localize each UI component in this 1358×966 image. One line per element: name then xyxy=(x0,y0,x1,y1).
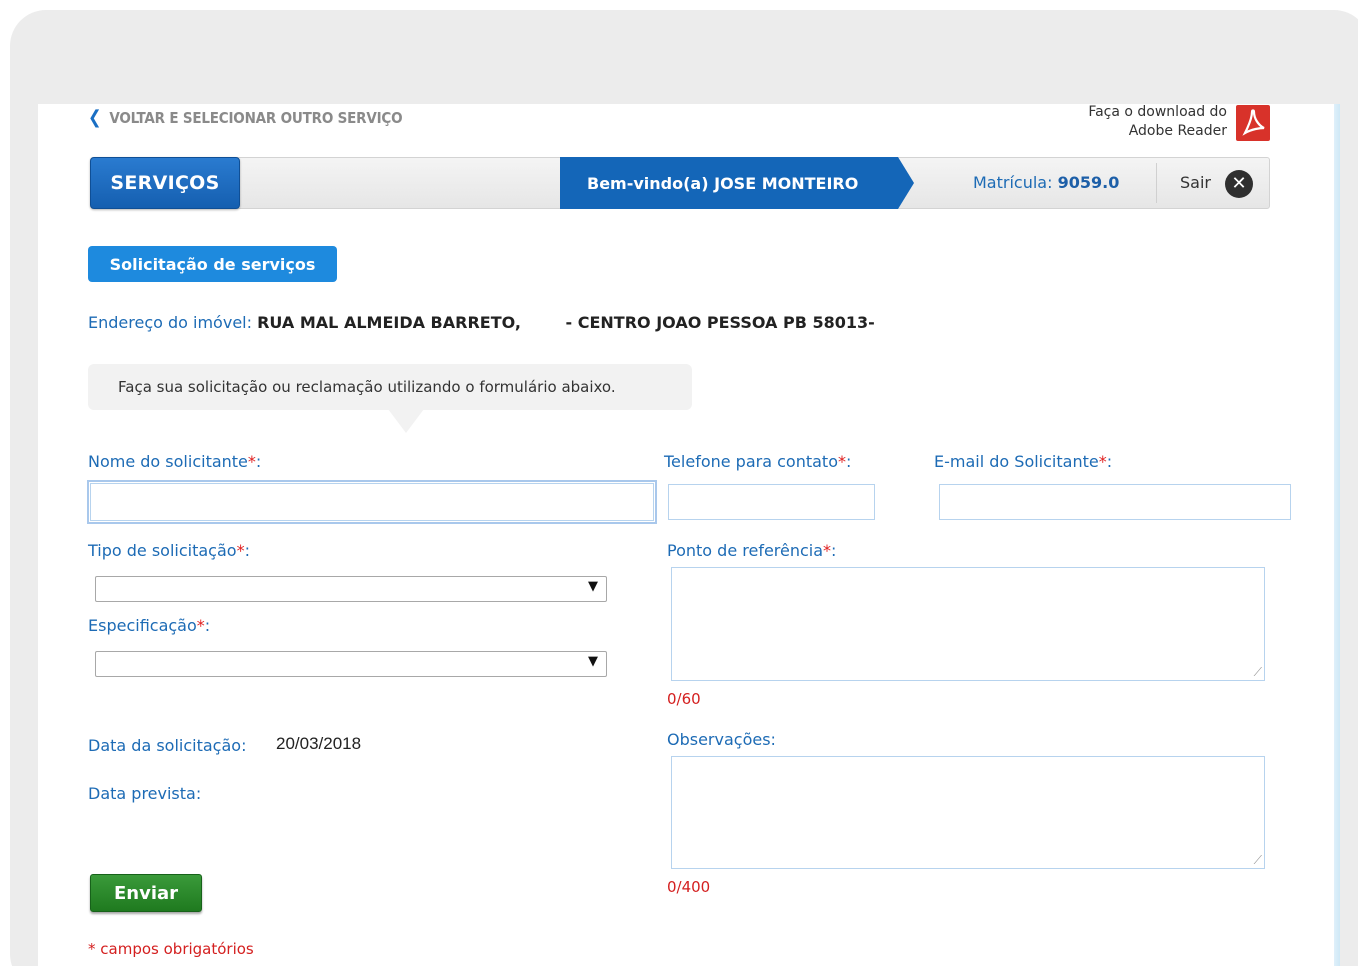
observacoes-counter: 0/400 xyxy=(667,878,711,896)
ponto-label: Ponto de referência*: xyxy=(667,541,836,560)
matricula-value: 9059.0 xyxy=(1057,173,1120,192)
endereco-value: RUA MAL ALMEIDA BARRETO, - CENTRO JOAO P… xyxy=(257,313,875,332)
ponto-textarea[interactable]: ⟋ xyxy=(671,567,1265,681)
label-colon: : xyxy=(845,452,852,471)
adobe-line2: Adobe Reader xyxy=(1128,123,1227,139)
sair-link[interactable]: Sair xyxy=(1180,173,1211,192)
pdf-icon[interactable] xyxy=(1236,105,1270,141)
back-link-label: VOLTAR E SELECIONAR OUTRO SERVIÇO xyxy=(109,108,403,127)
nav-divider xyxy=(1156,163,1157,203)
instruction-text: Faça sua solicitação ou reclamação utili… xyxy=(118,378,616,396)
label-colon: : xyxy=(244,541,250,560)
servicos-button[interactable]: SERVIÇOS xyxy=(90,157,240,209)
observacoes-label: Observações: xyxy=(667,730,776,749)
tipo-label-text: Tipo de solicitação xyxy=(88,541,237,560)
observacoes-textarea[interactable]: ⟋ xyxy=(671,756,1265,869)
instruction-bubble: Faça sua solicitação ou reclamação utili… xyxy=(88,364,692,410)
endereco: Endereço do imóvel: RUA MAL ALMEIDA BARR… xyxy=(88,313,875,332)
required-mark: * xyxy=(236,541,245,560)
dropdown-arrow-icon: ▼ xyxy=(588,579,598,594)
email-input[interactable] xyxy=(939,484,1291,520)
ponto-label-text: Ponto de referência xyxy=(667,541,824,560)
required-note: * campos obrigatórios xyxy=(88,940,254,958)
telefone-input[interactable] xyxy=(668,484,875,520)
tipo-label: Tipo de solicitação*: xyxy=(88,541,250,560)
required-mark: * xyxy=(196,616,205,635)
resize-grip-icon[interactable]: ⟋ xyxy=(1254,853,1262,868)
especificacao-select[interactable]: ▼ xyxy=(95,651,607,677)
email-label: E-mail do Solicitante*: xyxy=(934,452,1112,471)
dropdown-arrow-icon: ▼ xyxy=(588,654,598,669)
user-name: JOSE MONTEIRO xyxy=(714,173,859,193)
label-colon: : xyxy=(204,616,211,635)
label-colon: : xyxy=(255,452,262,471)
required-note-mark: * xyxy=(88,940,96,958)
tipo-select[interactable]: ▼ xyxy=(95,576,607,602)
page-edge xyxy=(1334,104,1340,966)
data-solicitacao-value: 20/03/2018 xyxy=(276,734,362,753)
matricula-label: Matrícula: xyxy=(973,173,1053,192)
nome-input[interactable] xyxy=(87,480,657,524)
back-link[interactable]: ❮ VOLTAR E SELECIONAR OUTRO SERVIÇO xyxy=(88,107,403,128)
adobe-line1: Faça o download do xyxy=(1088,104,1227,120)
telefone-label-text: Telefone para contato xyxy=(664,452,838,471)
required-mark: * xyxy=(823,541,832,560)
chevron-left-icon: ❮ xyxy=(88,107,102,128)
data-prevista-label: Data prevista: xyxy=(88,784,202,803)
section-title: Solicitação de serviços xyxy=(88,246,337,282)
nome-label: Nome do solicitante*: xyxy=(88,452,261,471)
bubble-tail xyxy=(388,409,424,433)
email-label-text: E-mail do Solicitante xyxy=(934,452,1099,471)
especificacao-label-text: Especificação xyxy=(88,616,197,635)
required-mark: * xyxy=(1098,452,1107,471)
close-circle-icon[interactable]: ✕ xyxy=(1225,170,1253,198)
label-colon: : xyxy=(1106,452,1113,471)
label-colon: : xyxy=(831,541,837,560)
required-mark: * xyxy=(837,452,846,471)
welcome-banner: Bem-vindo(a) JOSE MONTEIRO xyxy=(560,157,914,209)
especificacao-label: Especificação*: xyxy=(88,616,210,635)
enviar-button[interactable]: Enviar xyxy=(90,874,202,912)
endereco-label: Endereço do imóvel: xyxy=(88,313,252,332)
adobe-download-link[interactable]: Faça o download do Adobe Reader xyxy=(1088,103,1227,141)
required-note-text: campos obrigatórios xyxy=(100,940,254,958)
nome-label-text: Nome do solicitante xyxy=(88,452,248,471)
required-mark: * xyxy=(247,452,256,471)
matricula: Matrícula: 9059.0 xyxy=(973,173,1119,192)
welcome-prefix: Bem-vindo(a) xyxy=(587,173,709,193)
telefone-label: Telefone para contato*: xyxy=(664,452,851,471)
ponto-counter: 0/60 xyxy=(667,690,701,708)
resize-grip-icon[interactable]: ⟋ xyxy=(1254,665,1262,680)
data-solicitacao-label: Data da solicitação: xyxy=(88,736,247,755)
